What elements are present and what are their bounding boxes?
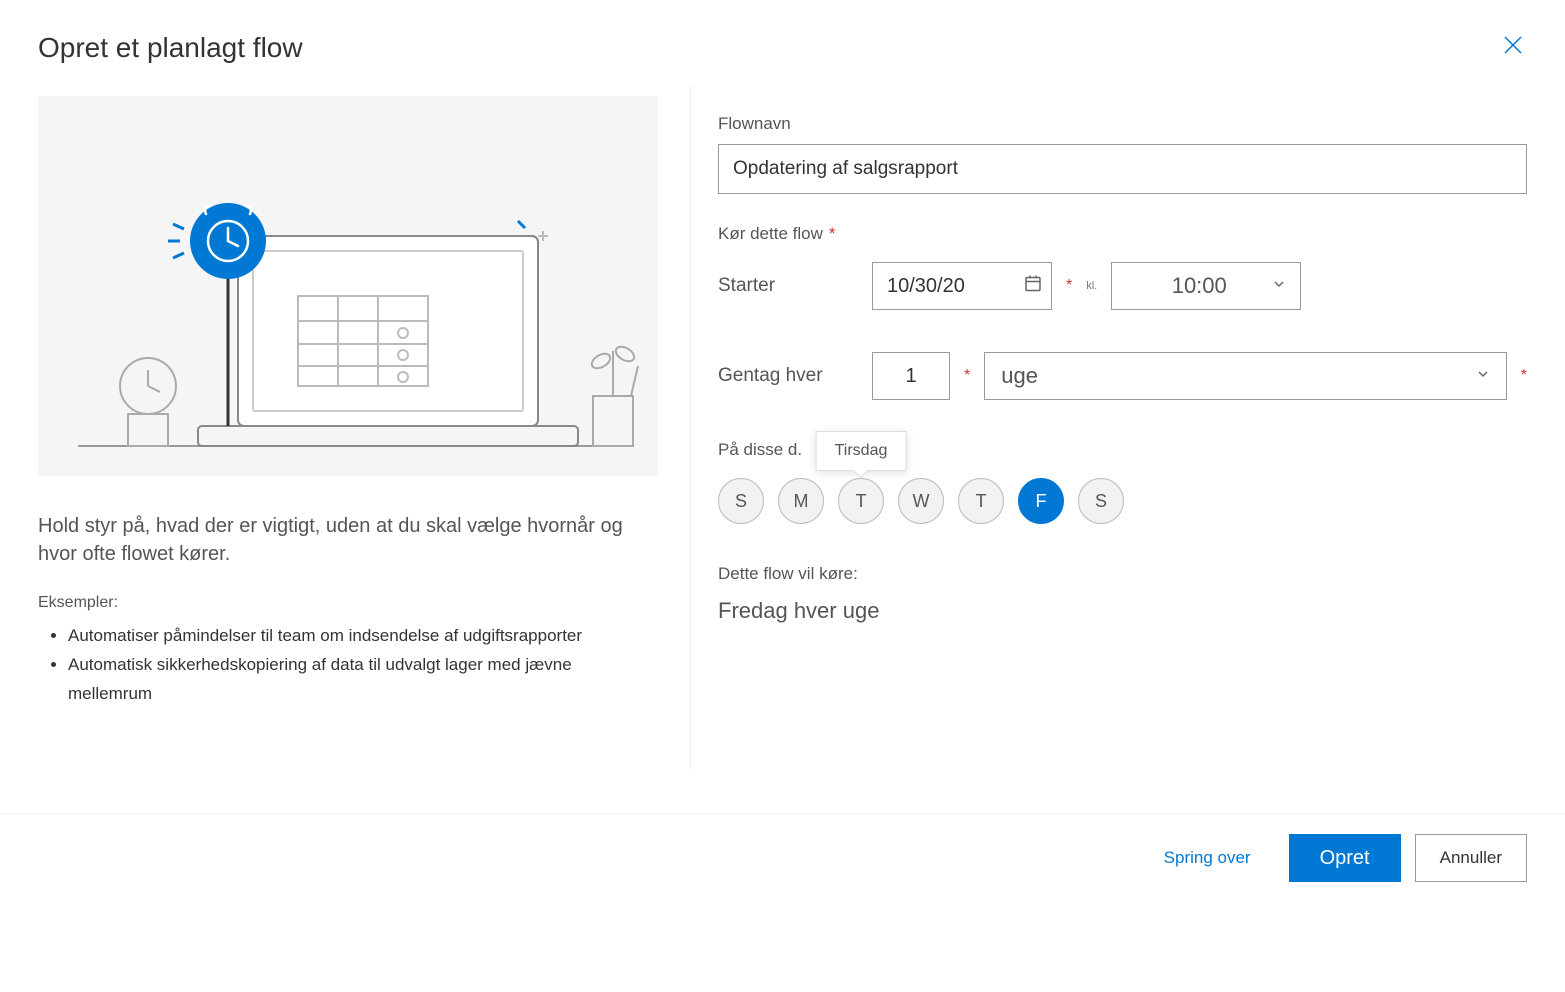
repeat-unit-select[interactable]: uge (984, 352, 1507, 400)
start-date-input[interactable] (872, 262, 1052, 310)
vertical-divider (690, 85, 691, 770)
flow-name-input[interactable] (718, 144, 1527, 194)
required-indicator: * (829, 224, 836, 243)
required-indicator: * (964, 367, 970, 385)
create-button[interactable]: Opret (1289, 834, 1401, 882)
close-icon (1503, 35, 1523, 55)
days-row: SMTTirsdagWTFS (718, 478, 1527, 524)
day-toggle[interactable]: TTirsdag (838, 478, 884, 524)
required-indicator: * (1521, 367, 1527, 385)
skip-button[interactable]: Spring over (1140, 834, 1275, 882)
repeat-count-input[interactable] (872, 352, 950, 400)
day-toggle[interactable]: S (718, 478, 764, 524)
close-button[interactable] (1499, 30, 1527, 66)
scheduled-flow-illustration (38, 96, 658, 476)
day-toggle[interactable]: S (1078, 478, 1124, 524)
chevron-down-icon (1272, 277, 1286, 296)
chevron-down-icon (1476, 367, 1490, 386)
examples-list: Automatiser påmindelser til team om inds… (38, 622, 658, 709)
day-tooltip: Tirsdag (816, 431, 907, 471)
repeat-label: Gentag hver (718, 365, 858, 387)
example-item: Automatisk sikkerhedskopiering af data t… (68, 651, 658, 709)
flow-name-label: Flownavn (718, 114, 1527, 134)
day-toggle[interactable]: F (1018, 478, 1064, 524)
run-flow-label: Kør dette flow (718, 224, 823, 243)
summary-text: Fredag hver uge (718, 598, 1527, 624)
example-item: Automatiser påmindelser til team om inds… (68, 622, 658, 651)
day-toggle[interactable]: M (778, 478, 824, 524)
dialog-title: Opret et planlagt flow (38, 32, 303, 64)
repeat-unit-value: uge (1001, 363, 1038, 389)
start-time-select[interactable]: 10:00 (1111, 262, 1301, 310)
examples-label: Eksempler: (38, 594, 658, 612)
required-indicator: * (1066, 277, 1072, 295)
description-text: Hold styr på, hvad der er vigtigt, uden … (38, 512, 658, 568)
start-time-value: 10:00 (1126, 273, 1272, 299)
at-label: kl. (1086, 280, 1097, 292)
summary-label: Dette flow vil køre: (718, 564, 1527, 584)
day-toggle[interactable]: T (958, 478, 1004, 524)
cancel-button[interactable]: Annuller (1415, 834, 1527, 882)
starts-label: Starter (718, 275, 858, 297)
day-toggle[interactable]: W (898, 478, 944, 524)
